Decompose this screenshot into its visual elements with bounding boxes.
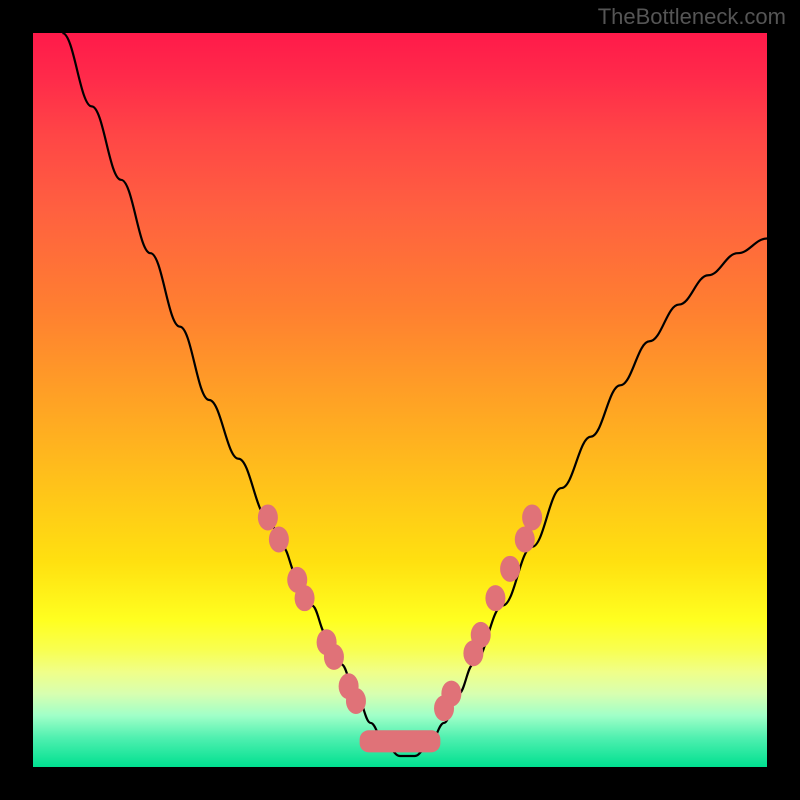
data-marker: [269, 526, 289, 552]
markers-left-cluster: [258, 504, 366, 714]
data-marker: [441, 681, 461, 707]
data-marker: [258, 504, 278, 530]
data-marker: [500, 556, 520, 582]
watermark-text: TheBottleneck.com: [598, 4, 786, 30]
data-marker: [485, 585, 505, 611]
data-marker: [324, 644, 344, 670]
data-marker: [471, 622, 491, 648]
plot-area: [33, 33, 767, 767]
data-marker: [346, 688, 366, 714]
bottom-band: [360, 730, 441, 752]
bottleneck-curve: [62, 33, 767, 756]
data-marker: [295, 585, 315, 611]
markers-right-cluster: [434, 504, 542, 721]
data-marker: [522, 504, 542, 530]
chart-svg: [33, 33, 767, 767]
